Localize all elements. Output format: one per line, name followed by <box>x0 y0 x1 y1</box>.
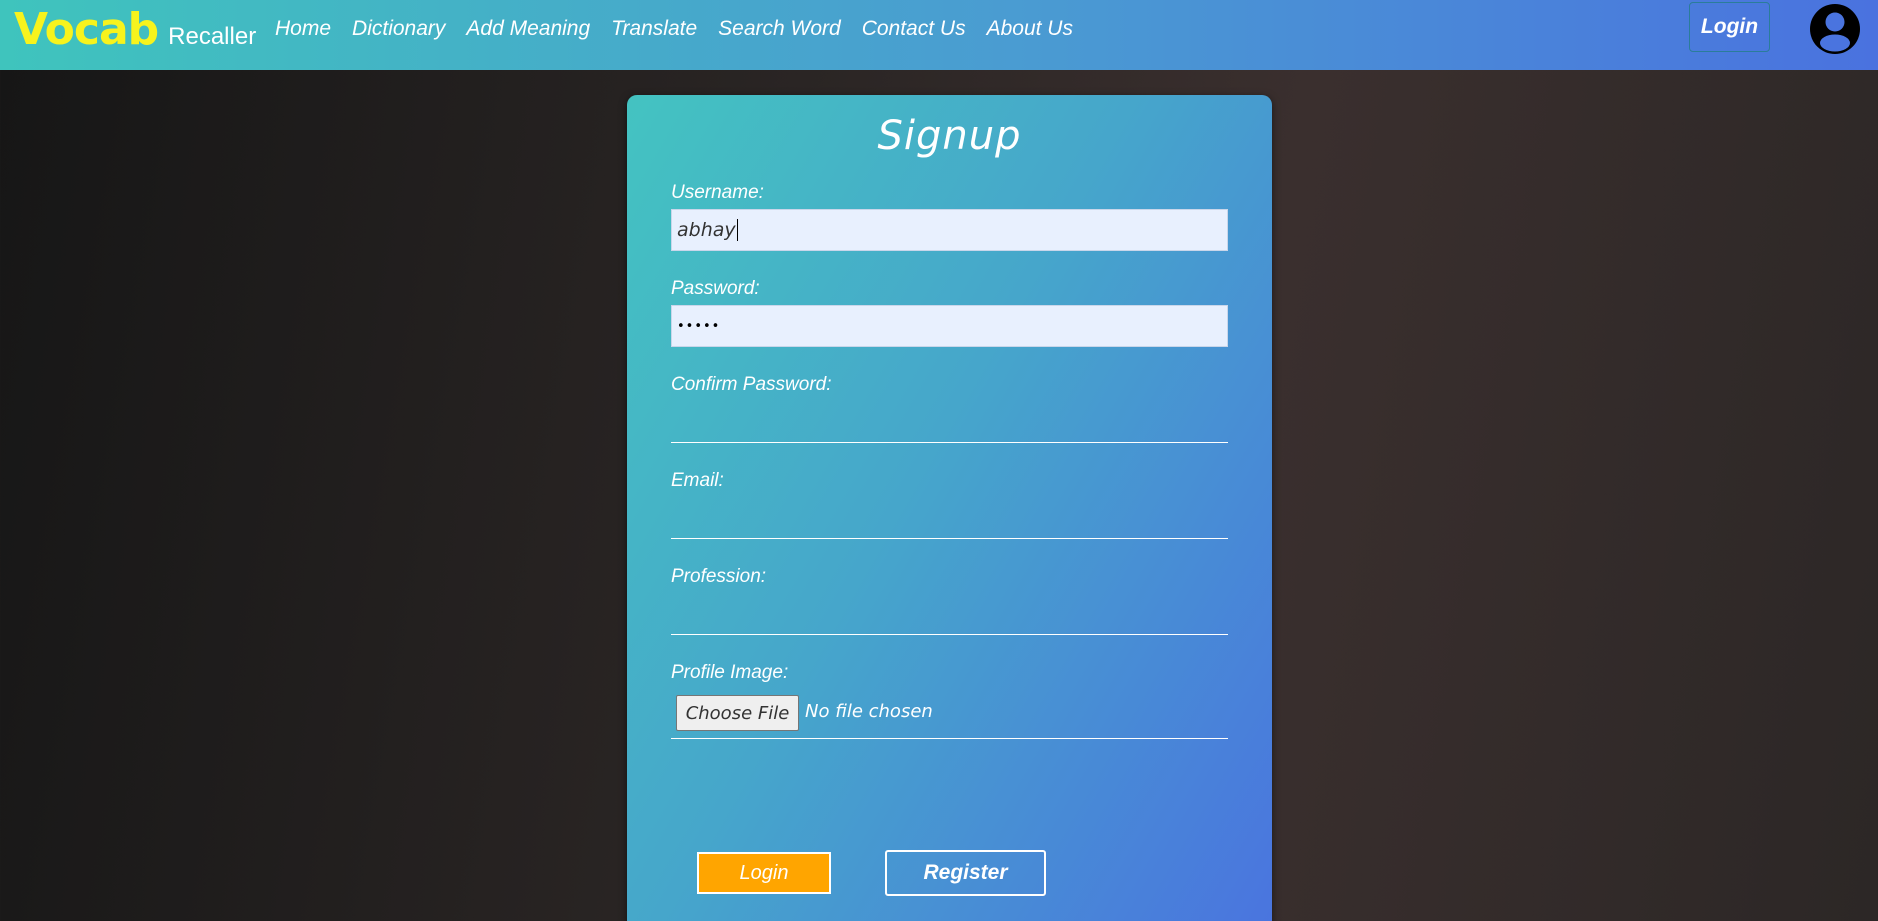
username-value: abhay <box>677 219 736 241</box>
profession-input[interactable] <box>671 593 1228 635</box>
nav-link-about-us[interactable]: About Us <box>987 17 1073 41</box>
register-button[interactable]: Register <box>885 850 1046 896</box>
password-input[interactable]: ••••• <box>671 305 1228 347</box>
nav-link-dictionary[interactable]: Dictionary <box>352 17 445 41</box>
signup-card: Signup Username: abhay Password: ••••• C… <box>627 95 1272 921</box>
nav-link-add-meaning[interactable]: Add Meaning <box>466 17 590 41</box>
choose-file-button[interactable]: Choose File <box>676 695 799 731</box>
nav-link-search-word[interactable]: Search Word <box>718 17 841 41</box>
login-button[interactable]: Login <box>697 852 831 894</box>
profession-label: Profession: <box>671 566 767 587</box>
user-circle-icon[interactable] <box>1809 3 1861 55</box>
password-value: ••••• <box>677 318 721 334</box>
confirm-password-input[interactable] <box>671 401 1228 443</box>
nav-link-translate[interactable]: Translate <box>611 17 697 41</box>
nav-link-contact-us[interactable]: Contact Us <box>862 17 966 41</box>
confirm-password-label: Confirm Password: <box>671 374 832 395</box>
username-input[interactable]: abhay <box>671 209 1228 251</box>
password-label: Password: <box>671 278 760 299</box>
username-label: Username: <box>671 182 764 203</box>
signup-title: Signup <box>877 113 1022 159</box>
brand-sub-text: Recaller <box>168 23 257 50</box>
email-input[interactable] <box>671 497 1228 539</box>
email-label: Email: <box>671 470 724 491</box>
top-navbar: Vocab Recaller Home Dictionary Add Meani… <box>0 0 1878 70</box>
file-status-text: No file chosen <box>805 701 933 722</box>
brand-main-text: Vocab <box>14 4 159 55</box>
brand-logo[interactable]: Vocab Recaller <box>14 4 256 64</box>
nav-login-button[interactable]: Login <box>1689 2 1770 52</box>
profile-image-input: Choose File No file chosen <box>671 693 1228 739</box>
profile-image-label: Profile Image: <box>671 662 789 683</box>
nav-link-home[interactable]: Home <box>275 17 331 41</box>
text-caret <box>736 219 738 241</box>
nav-links: Home Dictionary Add Meaning Translate Se… <box>275 0 1094 58</box>
